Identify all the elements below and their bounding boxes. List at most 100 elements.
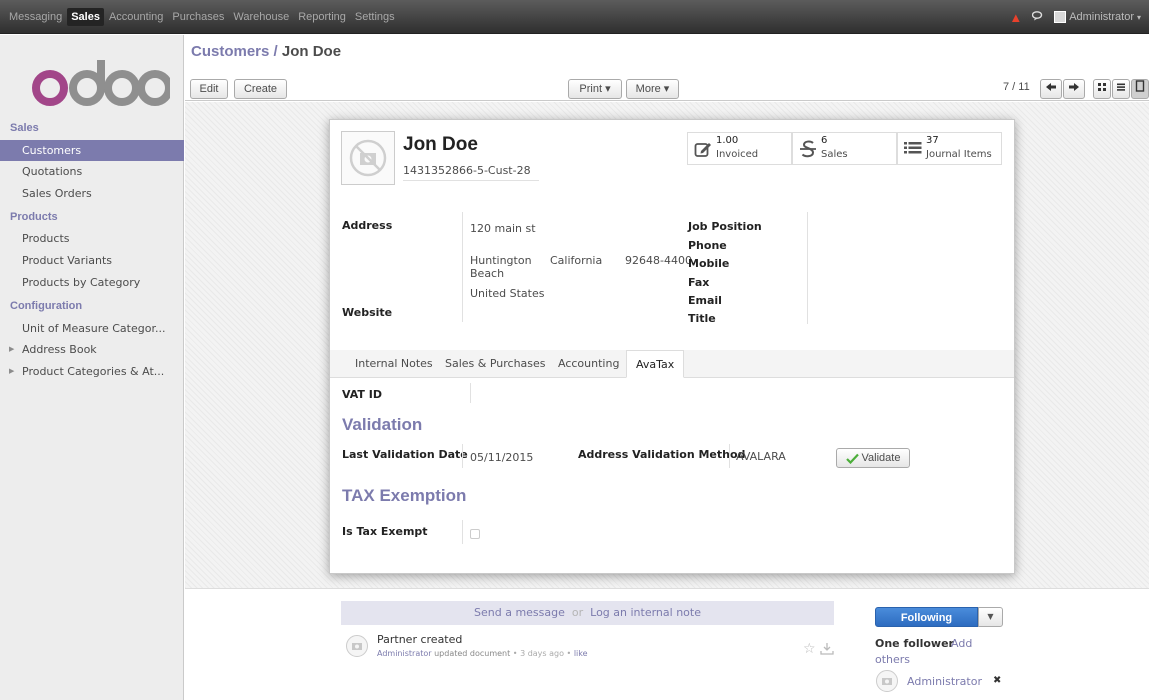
city-field-line1[interactable]: Huntington — [470, 254, 532, 267]
reply-icon[interactable] — [820, 642, 834, 655]
list-view-icon[interactable] — [1112, 79, 1130, 99]
field-separator — [462, 444, 463, 468]
website-label: Website — [342, 306, 393, 319]
country-field[interactable]: United States — [470, 287, 545, 300]
partner-image[interactable] — [341, 131, 395, 185]
form-view-icon[interactable] — [1131, 79, 1149, 99]
next-arrow-icon[interactable] — [1063, 79, 1085, 99]
fax-label: Fax — [688, 276, 710, 289]
warning-icon[interactable]: ▲ — [1009, 10, 1022, 25]
message-author-link[interactable]: Administrator — [377, 649, 432, 658]
zip-field[interactable]: 92648-4400 — [625, 254, 692, 267]
kanban-view-icon[interactable] — [1093, 79, 1111, 99]
last-validation-date-label: Last Validation Date — [342, 448, 468, 461]
user-menu[interactable]: Administrator ▾ — [1054, 11, 1141, 23]
title-label: Title — [688, 312, 716, 325]
camera-icon — [352, 643, 362, 650]
invoiced-label: Invoiced — [716, 149, 759, 160]
tab-sales-purchases[interactable]: Sales & Purchases — [445, 350, 546, 378]
sidebar-item-customers[interactable]: Customers — [0, 140, 184, 161]
sidebar-section-sales: Sales — [10, 122, 39, 134]
breadcrumb-customers[interactable]: Customers — [191, 43, 269, 60]
journal-items-stat-button[interactable]: 37 Journal Items — [897, 132, 1002, 165]
sidebar-item-product-variants[interactable]: Product Variants — [0, 250, 184, 271]
partner-name[interactable]: Jon Doe — [403, 134, 478, 156]
menu-settings[interactable]: Settings — [351, 8, 399, 26]
menu-reporting[interactable]: Reporting — [294, 8, 350, 26]
field-separator — [470, 383, 471, 403]
sidebar-section-configuration: Configuration — [10, 300, 83, 312]
field-separator — [462, 212, 463, 322]
last-validation-date-field[interactable]: 05/11/2015 — [470, 451, 533, 464]
or-separator: or — [571, 606, 584, 619]
city-field-line2[interactable]: Beach — [470, 267, 504, 280]
follower-avatar — [876, 670, 898, 692]
sales-stat-button[interactable]: 6 Sales — [792, 132, 897, 165]
sidebar-item-products-by-category[interactable]: Products by Category — [0, 272, 184, 293]
message-title: Partner created — [377, 633, 463, 646]
remove-follower-icon[interactable]: ✖ — [993, 675, 1001, 686]
breadcrumb-current: Jon Doe — [281, 43, 342, 60]
create-button[interactable]: Create — [234, 79, 287, 99]
odoo-logo — [32, 60, 170, 106]
more-button[interactable]: More ▾ — [626, 79, 679, 99]
street-field[interactable]: 120 main st — [470, 222, 536, 235]
message-meta: Administrator updated document • 3 days … — [377, 649, 588, 658]
menu-warehouse[interactable]: Warehouse — [229, 8, 293, 26]
journal-items-value: 37 — [926, 135, 939, 146]
is-tax-exempt-checkbox[interactable] — [470, 529, 480, 539]
tab-avatax[interactable]: AvaTax — [626, 350, 685, 378]
message-author-avatar[interactable] — [346, 635, 368, 657]
email-label: Email — [688, 294, 722, 307]
validation-title: Validation — [342, 415, 423, 434]
sidebar-item-quotations[interactable]: Quotations — [0, 161, 184, 182]
invoiced-stat-button[interactable]: 1.00 Invoiced — [687, 132, 792, 165]
edit-button[interactable]: Edit — [190, 79, 228, 99]
tab-accounting[interactable]: Accounting — [558, 350, 619, 378]
chat-icon[interactable] — [1031, 10, 1044, 24]
menu-accounting[interactable]: Accounting — [105, 8, 167, 26]
user-avatar — [1054, 11, 1067, 23]
partner-reference[interactable]: 1431352866-5-Cust-28 — [403, 164, 531, 177]
field-separator — [462, 520, 463, 544]
tax-exemption-title: TAX Exemption — [342, 486, 467, 505]
menu-messaging[interactable]: Messaging — [5, 8, 66, 26]
star-icon[interactable]: ☆ — [803, 641, 816, 657]
validate-button-label: Validate — [861, 452, 901, 464]
follower-name[interactable]: Administrator — [907, 675, 982, 688]
add-others-link-part1[interactable]: Add — [951, 637, 972, 650]
print-button[interactable]: Print ▾ — [568, 79, 622, 99]
state-field[interactable]: California — [550, 254, 602, 267]
send-message-link[interactable]: Send a message — [474, 606, 565, 619]
menu-sales[interactable]: Sales — [67, 8, 104, 26]
validate-button[interactable]: Validate — [836, 448, 910, 468]
address-validation-method-field[interactable]: AVALARA — [736, 450, 786, 463]
sidebar-item-sales-orders[interactable]: Sales Orders — [0, 183, 184, 204]
breadcrumb: Customers / Jon Doe — [191, 43, 341, 60]
notebook-tabs: Internal Notes Sales & Purchases Account… — [330, 350, 1014, 378]
strikethrough-s-icon — [800, 140, 816, 158]
is-tax-exempt-label: Is Tax Exempt — [342, 525, 428, 538]
previous-arrow-icon[interactable] — [1040, 79, 1062, 99]
add-others-link-part2[interactable]: others — [875, 653, 910, 666]
pencil-square-icon — [694, 143, 711, 157]
sidebar-item-products[interactable]: Products — [0, 228, 184, 249]
follow-dropdown-caret-icon[interactable]: ▼ — [978, 607, 1003, 627]
vat-id-label: VAT ID — [342, 388, 382, 401]
phone-label: Phone — [688, 239, 727, 252]
sidebar-item-product-categories[interactable]: ▶ Product Categories & At... — [0, 361, 184, 382]
field-separator — [807, 212, 808, 324]
field-separator — [729, 444, 730, 468]
menu-purchases[interactable]: Purchases — [168, 8, 228, 26]
following-button[interactable]: Following — [875, 607, 978, 627]
like-link[interactable]: like — [574, 649, 588, 658]
tab-internal-notes[interactable]: Internal Notes — [355, 350, 433, 378]
sidebar-item-address-book[interactable]: ▶ Address Book — [0, 339, 184, 360]
sidebar-section-products: Products — [10, 211, 58, 223]
job-position-label: Job Position — [688, 220, 762, 233]
sidebar: Sales Customers Quotations Sales Orders … — [0, 35, 184, 700]
sidebar-item-uom-categories[interactable]: Unit of Measure Categor... — [0, 318, 184, 339]
address-validation-method-label: Address Validation Method — [578, 448, 746, 461]
top-menu-bar: Messaging Sales Accounting Purchases War… — [0, 0, 1149, 34]
log-note-link[interactable]: Log an internal note — [590, 606, 701, 619]
